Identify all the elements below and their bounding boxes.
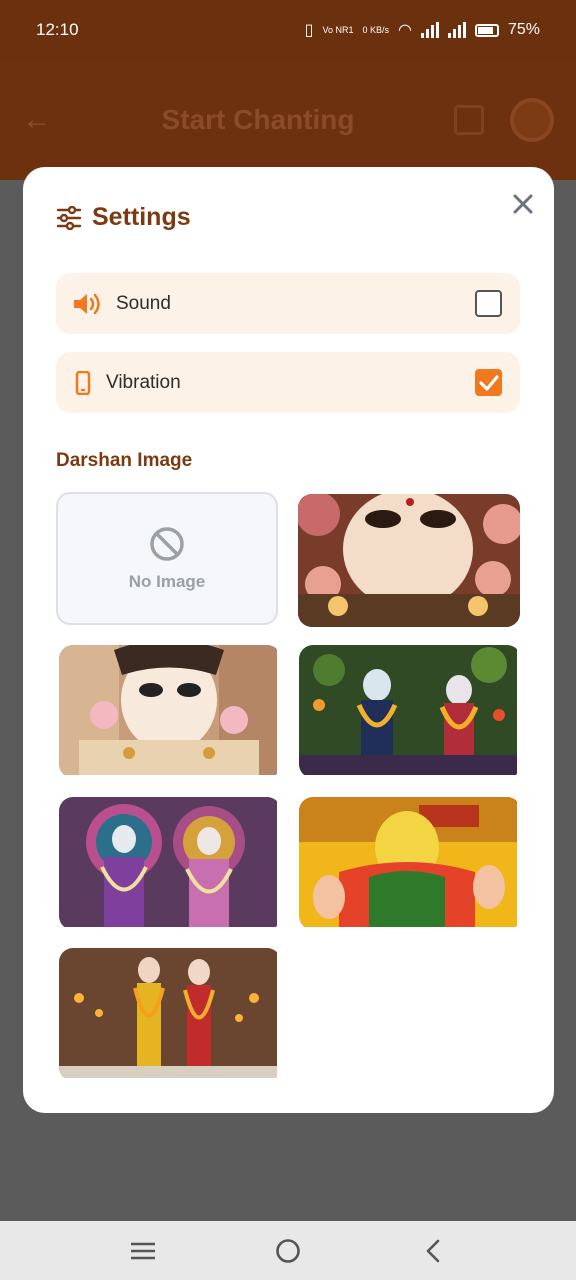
signal-icon [447,22,466,38]
menu-icon [130,1242,155,1259]
prohibited-icon [150,526,184,561]
darshan-image-heading: Darshan Image [56,450,193,471]
no-image-label: No Image [128,571,206,591]
radha-portrait-image [59,645,277,775]
vibration-setting-row[interactable]: Vibration [56,352,520,413]
status-bar: 12:10 ▯ Vo NR1 0 KB/s ◠ 75% [0,0,576,60]
app-bar: ← Start Chanting [0,60,576,180]
ram-sita-image [59,948,277,1078]
settings-header: Settings [56,203,191,232]
back-button[interactable] [413,1231,453,1271]
settings-icon[interactable] [510,98,554,142]
vibration-checkbox[interactable] [475,369,502,396]
sound-label: Sound [116,292,171,314]
system-nav-bar [0,1221,576,1280]
app-title: Start Chanting [161,104,355,135]
speaker-icon [74,293,100,314]
recent-apps-button[interactable] [123,1231,163,1271]
darshan-image-option[interactable] [59,948,281,1081]
no-image-option[interactable]: No Image [56,492,278,625]
battery-level: 75% [507,21,540,38]
home-circle-icon [276,1238,300,1263]
net-speed: 0 KB/s [362,24,389,35]
darshan-image-option[interactable] [299,645,521,778]
volte-indicator: Vo NR1 [322,24,354,35]
close-icon [513,194,533,214]
settings-title: Settings [92,203,191,231]
wifi-icon: ◠ [398,22,412,39]
signal-icon [420,22,439,38]
darshan-image-option[interactable] [299,797,521,930]
settings-modal: Settings Sound Vibration Darshan Image N… [23,167,554,1113]
sliders-icon [56,205,82,230]
vibration-label: Vibration [106,371,181,393]
back-chevron-icon [427,1239,440,1262]
status-time: 12:10 [36,20,79,39]
sound-checkbox[interactable] [475,290,502,317]
phone-icon [75,370,91,395]
radha-face-image [298,494,520,627]
battery-icon [474,23,499,37]
close-button[interactable] [508,189,538,219]
fullscreen-icon[interactable] [454,105,484,135]
status-icons: ▯ Vo NR1 0 KB/s ◠ 75% [305,20,540,40]
darshan-image-option[interactable] [59,645,281,778]
home-button[interactable] [268,1231,308,1271]
darshan-image-option[interactable] [298,494,520,627]
sound-setting-row[interactable]: Sound [56,273,520,334]
back-arrow-icon[interactable]: ← [22,103,62,137]
radha-krishna-garden-image [299,645,517,775]
darshan-image-option[interactable] [59,797,281,930]
saint-yellow-image [299,797,517,927]
vibrate-icon: ▯ [304,22,314,39]
radha-krishna-peacock-image [59,797,277,927]
checkmark-icon [478,374,499,391]
